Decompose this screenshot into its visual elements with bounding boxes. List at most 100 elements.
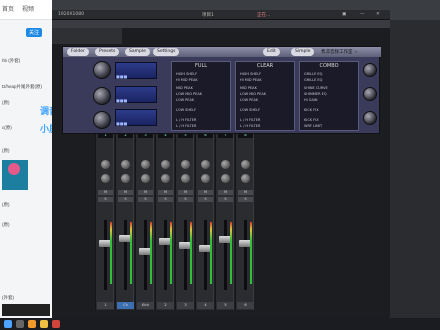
list-item[interactable]: c(原)	[2, 125, 12, 131]
camera-icon[interactable]: ▣	[342, 12, 346, 17]
input-knob[interactable]	[93, 61, 111, 79]
gain-knob[interactable]	[93, 87, 111, 105]
strip-name[interactable]: 3	[177, 302, 194, 309]
strip-name[interactable]: 4	[197, 302, 214, 309]
preset-item[interactable]: HI GAIN	[304, 98, 318, 102]
pan-knob[interactable]	[161, 160, 170, 169]
strip-name[interactable]: 2	[157, 302, 174, 309]
preset-item[interactable]: HIGH SHELF	[176, 72, 197, 76]
mute-button[interactable]: M	[198, 190, 213, 195]
preset-item[interactable]: HI MID PEAK	[240, 78, 262, 82]
app-icon[interactable]	[52, 320, 60, 328]
send-knob[interactable]	[141, 174, 150, 183]
solo-button[interactable]: S	[118, 197, 133, 202]
strip-name[interactable]: 5	[217, 302, 234, 309]
preset-item[interactable]: KICK FIX	[304, 108, 319, 112]
send-knob[interactable]	[161, 174, 170, 183]
drive-knob[interactable]	[363, 87, 377, 101]
solo-button[interactable]: S	[178, 197, 193, 202]
solo-button[interactable]: S	[158, 197, 173, 202]
solo-button[interactable]: S	[198, 197, 213, 202]
pan-knob[interactable]	[101, 160, 110, 169]
mute-button[interactable]: M	[178, 190, 193, 195]
output-knob[interactable]	[93, 111, 111, 129]
search-icon[interactable]	[16, 320, 24, 328]
nav-home[interactable]: 首页	[2, 4, 14, 13]
preset-item[interactable]: WRF LIMIT	[304, 124, 322, 128]
preset-item[interactable]: LOW MID PEAK	[240, 92, 266, 96]
simple-button[interactable]: Simple	[291, 48, 315, 56]
preset-item[interactable]: HIGH SHELF	[240, 72, 261, 76]
follow-button[interactable]: 关注	[26, 28, 43, 37]
send-knob[interactable]	[101, 174, 110, 183]
list-item[interactable]: D/heap片尾外套(原)	[2, 84, 42, 90]
list-item[interactable]: hb (外套)	[2, 58, 20, 64]
solo-button[interactable]: S	[98, 197, 113, 202]
preset-item[interactable]: MID PEAK	[240, 86, 257, 90]
send-knob[interactable]	[241, 174, 250, 183]
preset-item[interactable]: MID PEAK	[176, 86, 193, 90]
mixer-strip: 3 M S Kick	[135, 130, 154, 310]
send-knob[interactable]	[221, 174, 230, 183]
mute-button[interactable]: M	[118, 190, 133, 195]
pan-knob[interactable]	[141, 160, 150, 169]
send-knob[interactable]	[201, 174, 210, 183]
start-icon[interactable]	[4, 320, 12, 328]
mute-button[interactable]: M	[218, 190, 233, 195]
mute-button[interactable]: M	[98, 190, 113, 195]
list-item[interactable]: (原)	[2, 148, 10, 154]
fader-track	[204, 220, 207, 290]
strip-name[interactable]: Ch	[117, 302, 134, 309]
mute-button[interactable]: M	[158, 190, 173, 195]
strip-name[interactable]: 6	[237, 302, 254, 309]
nav-video[interactable]: 视频	[22, 4, 34, 13]
close-icon[interactable]: ✕	[376, 12, 380, 17]
pan-knob[interactable]	[181, 160, 190, 169]
pan-knob[interactable]	[201, 160, 210, 169]
list-item[interactable]: (原)	[2, 202, 10, 208]
strip-name[interactable]: Kick	[137, 302, 154, 309]
volume-knob[interactable]	[363, 111, 377, 125]
browser-icon[interactable]	[28, 320, 36, 328]
preset-item[interactable]: LOW PEAK	[240, 98, 258, 102]
preset-item[interactable]: L / H FILTER	[240, 124, 260, 128]
tab-sample[interactable]: Sample	[125, 48, 150, 56]
preset-item[interactable]: L / H FILTER	[176, 124, 196, 128]
preset-item[interactable]: LOW MID PEAK	[176, 92, 202, 96]
preset-item[interactable]: LOW SHELF	[240, 108, 260, 112]
full-column: FULL HIGH SHELF HI MID PEAK MID PEAK LOW…	[171, 61, 231, 131]
solo-button[interactable]: S	[238, 197, 253, 202]
tab-presets[interactable]: Presets	[95, 48, 120, 56]
send-knob[interactable]	[181, 174, 190, 183]
lcd-display-1: ■■■	[115, 62, 157, 79]
browser-topbar: 首页 视频	[0, 0, 52, 20]
pan-knob[interactable]	[121, 160, 130, 169]
strip-name[interactable]: 1	[97, 302, 114, 309]
pan-knob[interactable]	[221, 160, 230, 169]
edit-button[interactable]: Edit	[263, 48, 280, 56]
solo-button[interactable]: S	[138, 197, 153, 202]
preset-item[interactable]: L / H FILTER	[176, 118, 196, 122]
preset-item[interactable]: HI MID PEAK	[176, 78, 198, 82]
preset-item[interactable]: LOW PEAK	[176, 98, 194, 102]
preset-item[interactable]: LOW SHELF	[176, 108, 196, 112]
window-titlebar: 1920X1080 项目1 正在... ▣ — ✕	[52, 10, 390, 20]
mute-button[interactable]: M	[138, 190, 153, 195]
tab-folder[interactable]: Folder	[67, 48, 89, 56]
preset-item[interactable]: KICK FIX	[304, 118, 319, 122]
preset-item[interactable]: SHIMMER EQ	[304, 92, 327, 96]
list-item[interactable]: (原)	[2, 222, 10, 228]
preset-item[interactable]: L / H FILTER	[240, 118, 260, 122]
pan-knob[interactable]	[241, 160, 250, 169]
files-icon[interactable]	[40, 320, 48, 328]
preset-item[interactable]: SHINE CURVE	[304, 86, 328, 90]
mix-knob[interactable]	[363, 63, 377, 77]
send-knob[interactable]	[121, 174, 130, 183]
tab-settings[interactable]: Settings	[153, 48, 180, 56]
minimize-icon[interactable]: —	[360, 12, 365, 17]
preset-item[interactable]: GRILLE EQ	[304, 78, 322, 82]
list-item[interactable]: (原)	[2, 100, 10, 106]
solo-button[interactable]: S	[218, 197, 233, 202]
mute-button[interactable]: M	[238, 190, 253, 195]
preset-item[interactable]: GRILLE EQ	[304, 72, 322, 76]
